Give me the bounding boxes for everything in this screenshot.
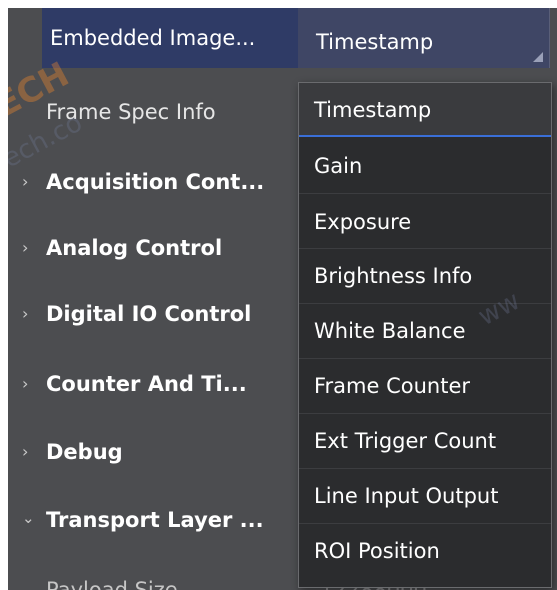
embedded-image-value-select[interactable]: Timestamp [298,8,550,68]
dropdown-option-label: Exposure [314,210,412,234]
tree-row-label: Counter And Ti... [46,372,247,396]
chevron-right-icon[interactable]: › [22,426,28,478]
tree-row-analog-control[interactable]: › Analog Control [8,222,308,274]
tree-row-debug[interactable]: › Debug [8,426,308,478]
property-tree-panel: Embedded Image... Timestamp Frame Spec I… [8,8,557,590]
tree-row-label: Analog Control [46,236,223,260]
chevron-down-icon[interactable]: ⌄ [22,492,35,544]
dropdown-option-label: Frame Counter [314,374,471,398]
dropdown-option-label: ROI Position [314,539,440,563]
chevron-right-icon[interactable]: › [22,358,28,410]
dropdown-option-label: Gain [314,154,363,178]
chevron-right-icon[interactable]: › [22,288,28,340]
dropdown-option-gain[interactable]: Gain [299,139,551,193]
payload-size-label: Payload Size [46,578,178,590]
tree-row-counter-and-timer[interactable]: › Counter And Ti... [8,358,308,410]
embedded-image-label: Embedded Image... [50,26,256,50]
embedded-image-value: Timestamp [316,30,434,54]
dropdown-option-label: Timestamp [314,98,432,122]
tree-row-transport-layer[interactable]: ⌄ Transport Layer ... [8,494,308,546]
dropdown-option-timestamp[interactable]: Timestamp [299,83,551,137]
dropdown-option-roi-position[interactable]: ROI Position [299,524,551,578]
tree-row-label: Digital IO Control [46,302,252,326]
dropdown-separator [299,193,551,194]
dropdown-option-label: Brightness Info [314,264,473,288]
dropdown-option-ext-trigger-count[interactable]: Ext Trigger Count [299,414,551,468]
value-dropdown-list[interactable]: Timestamp Gain Exposure Brightness Info … [298,82,552,588]
embedded-image-row[interactable]: Embedded Image... [42,8,332,68]
tree-row-label: Acquisition Cont... [46,170,265,194]
resize-corner-icon [533,52,543,62]
tree-row-digital-io-control[interactable]: › Digital IO Control [8,288,308,340]
dropdown-option-line-input-output[interactable]: Line Input Output [299,469,551,523]
dropdown-option-exposure[interactable]: Exposure [299,195,551,249]
dropdown-option-label: Ext Trigger Count [314,429,497,453]
tree-row-label: Debug [46,440,123,464]
dropdown-option-frame-counter[interactable]: Frame Counter [299,359,551,413]
chevron-right-icon[interactable]: › [22,222,28,274]
tree-row-acquisition-control[interactable]: › Acquisition Cont... [8,156,308,208]
tree-row-label: Transport Layer ... [46,508,264,532]
dropdown-option-label: Line Input Output [314,484,499,508]
dropdown-option-label: White Balance [314,319,466,343]
